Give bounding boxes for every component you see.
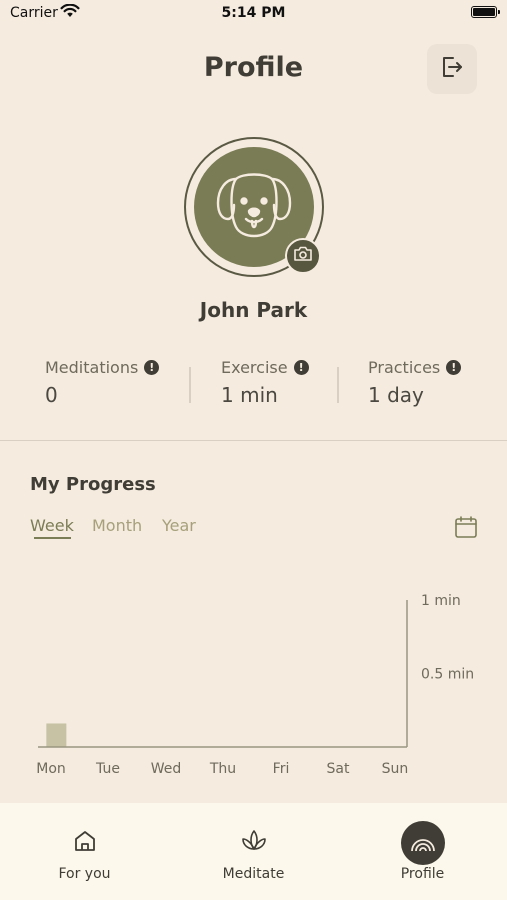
- battery-icon: [471, 6, 497, 18]
- stat-value: 1 day: [368, 383, 424, 407]
- active-tab-circle: [400, 821, 445, 865]
- chart-x-tick-label: Wed: [151, 761, 182, 777]
- calendar-icon: [454, 516, 478, 543]
- tab-bar-item-for-you[interactable]: For you: [0, 803, 169, 900]
- calendar-button[interactable]: [454, 515, 478, 543]
- logout-icon: [439, 54, 465, 84]
- chart-x-tick-label: Tue: [95, 761, 120, 777]
- stat-exercise: Exercise ! 1 min: [221, 358, 309, 407]
- tab-bar-item-meditate[interactable]: Meditate: [169, 803, 338, 900]
- tab-month[interactable]: Month: [92, 516, 142, 535]
- chart-bar: [46, 723, 67, 747]
- stat-label: Meditations: [45, 358, 139, 377]
- home-icon: [72, 828, 98, 858]
- tab-week[interactable]: Week: [30, 516, 74, 535]
- tab-year[interactable]: Year: [162, 516, 196, 535]
- chart-x-tick-label: Sun: [382, 761, 409, 777]
- chart-y-tick-label: 0.5 min: [421, 667, 474, 683]
- tab-bar-label: For you: [58, 866, 111, 882]
- chart-x-tick-label: Sat: [327, 761, 350, 777]
- tab-bar-label: Profile: [400, 866, 445, 882]
- progress-chart: 1 min 0.5 min Mon Tue Wed Thu Fri Sat Sun: [36, 593, 474, 777]
- change-photo-button[interactable]: [285, 238, 321, 274]
- stat-value: 1 min: [221, 383, 278, 407]
- section-divider: [0, 440, 507, 441]
- chart-x-tick-label: Thu: [209, 761, 236, 777]
- logout-button[interactable]: [427, 44, 477, 94]
- info-icon[interactable]: !: [293, 360, 309, 375]
- tab-bar-label: Meditate: [222, 866, 285, 882]
- info-icon[interactable]: !: [144, 360, 160, 375]
- chart-x-tick-label: Fri: [273, 761, 290, 777]
- stat-label: Practices: [368, 358, 441, 377]
- stat-divider: [337, 367, 339, 403]
- stat-label: Exercise: [221, 358, 288, 377]
- tab-bar-item-profile[interactable]: Profile: [338, 803, 507, 900]
- active-tab-indicator: [34, 537, 71, 539]
- status-time: 5:14 PM: [221, 5, 286, 21]
- progress-title: My Progress: [30, 474, 156, 495]
- stat-meditations: Meditations ! 0: [45, 358, 160, 407]
- user-name: John Park: [199, 298, 308, 322]
- lotus-icon: [240, 828, 268, 858]
- camera-icon: [293, 245, 313, 267]
- stat-value: 0: [45, 383, 58, 407]
- chart-y-tick-label: 1 min: [421, 593, 461, 609]
- profile-rings-icon: [409, 827, 437, 859]
- tab-bar: For you Meditate Profile: [0, 803, 507, 900]
- info-icon[interactable]: !: [446, 360, 462, 375]
- stat-practices: Practices ! 1 day: [368, 358, 462, 407]
- chart-x-tick-label: Mon: [36, 761, 66, 777]
- status-bar: Carrier 5:14 PM: [0, 0, 507, 28]
- dog-face-icon: [206, 157, 302, 257]
- stats-row: Meditations ! 0 Exercise ! 1 min Practic…: [0, 358, 507, 418]
- stat-divider: [189, 367, 191, 403]
